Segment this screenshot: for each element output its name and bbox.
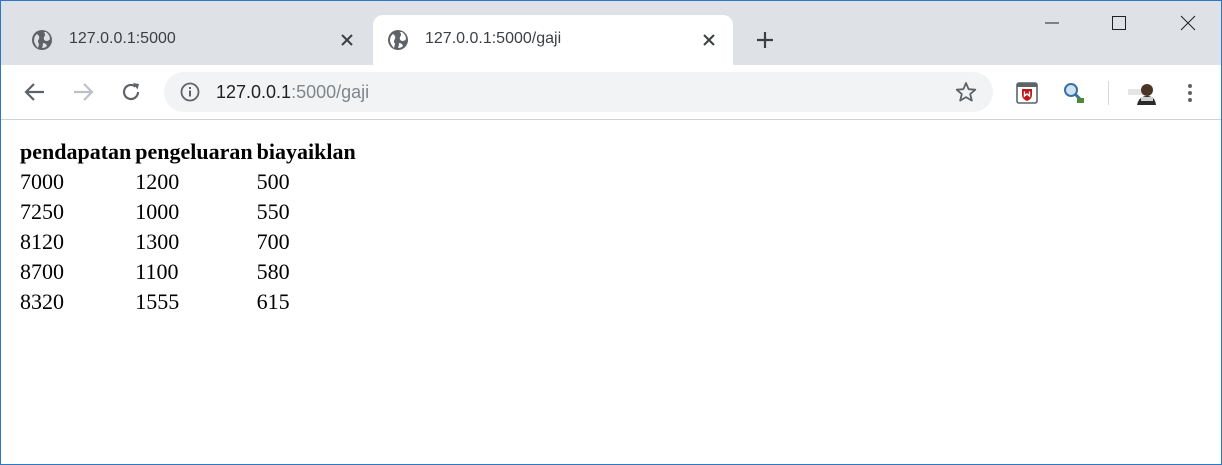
table-cell: 550 — [256, 199, 290, 224]
table-cell: 500 — [256, 169, 290, 194]
tab-gaji[interactable]: 127.0.0.1:5000/gaji — [373, 15, 733, 65]
tab-title: 127.0.0.1:5000 — [69, 30, 176, 47]
tab-home[interactable]: 127.0.0.1:5000 — [17, 15, 371, 65]
table-row: 8320 1555 615 — [19, 288, 357, 316]
table-cell: 8700 — [20, 259, 64, 284]
table-cell: 1100 — [135, 259, 179, 284]
table-cell: 580 — [256, 259, 290, 284]
back-arrow-icon[interactable] — [22, 79, 48, 105]
url-text[interactable]: 127.0.0.1:5000/gaji — [216, 82, 369, 103]
info-icon[interactable] — [180, 82, 200, 102]
table-cell: 1000 — [135, 199, 180, 224]
table-row: 8700 1100 580 — [19, 258, 357, 286]
star-icon[interactable] — [955, 81, 977, 103]
close-icon[interactable] — [337, 30, 357, 50]
table-row: 7250 1000 550 — [19, 198, 357, 226]
table-cell: 8120 — [20, 229, 64, 254]
tab-strip: 127.0.0.1:5000 127.0.0.1:5000/gaji — [1, 1, 1221, 65]
table-cell: 1300 — [135, 229, 180, 254]
table-header-row: pendapatan pengeluaran biayaiklan — [19, 138, 357, 166]
url-path: :5000/gaji — [291, 82, 370, 102]
globe-icon — [31, 29, 53, 51]
column-header: pengeluaran — [135, 139, 253, 164]
shield-extension-icon[interactable] — [1015, 81, 1039, 105]
search-extension-icon[interactable] — [1062, 81, 1086, 105]
table-cell: 7250 — [20, 199, 64, 224]
browser-window: 127.0.0.1:5000 127.0.0.1:5000/gaji 127.0… — [0, 0, 1222, 465]
column-header: biayaiklan — [256, 139, 356, 164]
window-close-icon[interactable] — [1176, 11, 1200, 35]
close-icon[interactable] — [699, 30, 719, 50]
table-cell: 7000 — [20, 169, 64, 194]
plus-icon[interactable] — [753, 28, 777, 52]
kebab-menu-icon[interactable] — [1178, 81, 1202, 105]
minimize-icon[interactable] — [1040, 11, 1064, 35]
table-row: 7000 1200 500 — [19, 168, 357, 196]
forward-arrow-icon[interactable] — [70, 79, 96, 105]
table-cell: 1200 — [135, 169, 180, 194]
toolbar-separator — [1108, 81, 1109, 105]
maximize-icon[interactable] — [1107, 11, 1131, 35]
table-cell: 615 — [256, 289, 290, 314]
url-host: 127.0.0.1 — [216, 82, 292, 102]
globe-icon — [387, 29, 409, 51]
data-table: pendapatan pengeluaran biayaiklan 7000 1… — [17, 136, 359, 318]
page-content: pendapatan pengeluaran biayaiklan 7000 1… — [1, 120, 1221, 464]
tab-title: 127.0.0.1:5000/gaji — [425, 30, 562, 47]
toolbar: 127.0.0.1:5000/gaji — [1, 65, 1221, 120]
column-header: pendapatan — [20, 139, 132, 164]
reload-icon[interactable] — [118, 79, 144, 105]
table-cell: 700 — [256, 229, 290, 254]
table-row: 8120 1300 700 — [19, 228, 357, 256]
profile-avatar-icon[interactable] — [1127, 81, 1157, 105]
table-cell: 8320 — [20, 289, 64, 314]
table-cell: 1555 — [135, 289, 180, 314]
address-bar[interactable]: 127.0.0.1:5000/gaji — [164, 72, 993, 112]
